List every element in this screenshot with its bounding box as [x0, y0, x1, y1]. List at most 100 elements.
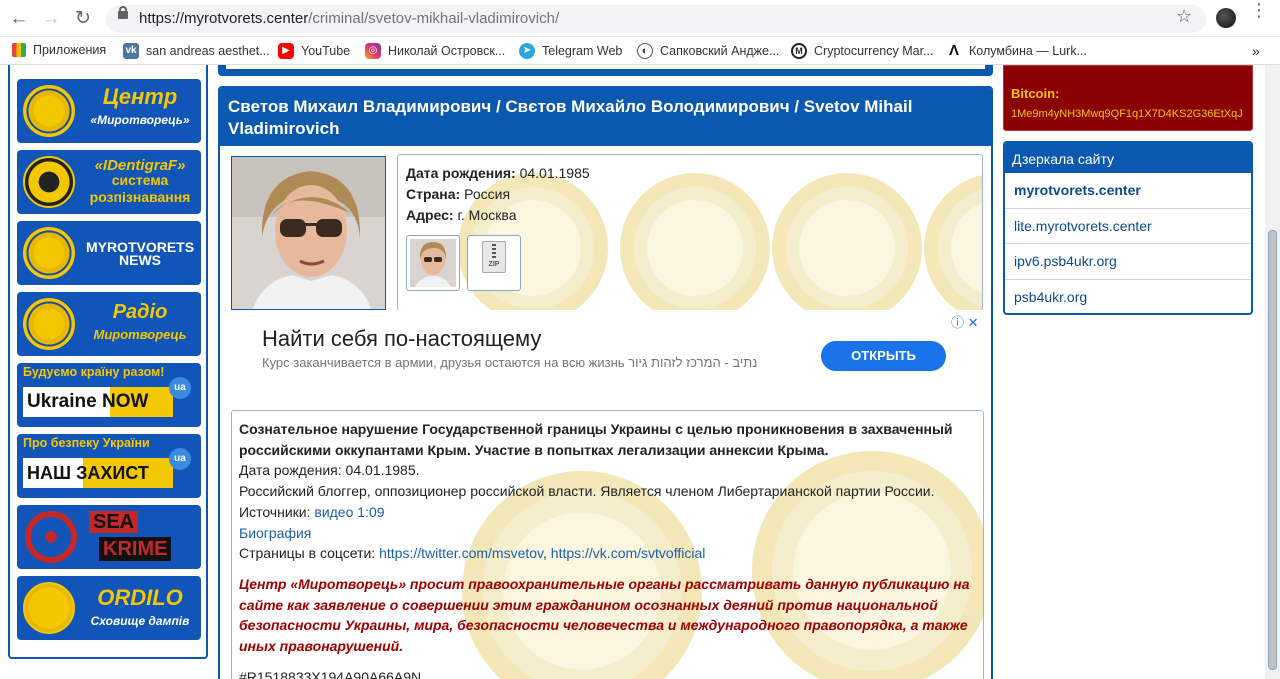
- banner-radio[interactable]: Радіо Миротворець: [17, 292, 201, 356]
- bookmark-vk[interactable]: vk san andreas aesthet...: [123, 43, 270, 59]
- bookmark-label: Колумбина — Lurk...: [969, 44, 1087, 58]
- bookmarks-bar: Приложения vk san andreas aesthet... ▶ Y…: [0, 37, 1280, 65]
- browser-toolbar: ← → ↻ https://myrotvorets.center/crimina…: [0, 0, 1280, 37]
- watermark-seal: [620, 173, 770, 310]
- youtube-icon: ▶: [278, 43, 294, 59]
- reload-icon[interactable]: ↻: [72, 8, 94, 30]
- banner-ukraine-now[interactable]: Будуємо країну разом! Ukraine NOW ua: [17, 363, 201, 427]
- zip-download-button[interactable]: ZIP: [467, 235, 521, 291]
- advertisement[interactable]: ⓘ ✕ Найти себя по-настоящему Курс заканч…: [231, 310, 983, 402]
- apps-grid-icon: [12, 43, 26, 57]
- bitcoin-box: Bitcoin: 1Me9m4yNH3Mwq9QF1q1X7D4KS2G36Et…: [1003, 65, 1253, 131]
- country-row: Страна: Россия: [406, 186, 510, 202]
- sources-row: Источники: видео 1:09: [239, 502, 975, 523]
- zip-file-icon: ZIP: [482, 241, 506, 273]
- profile-avatar[interactable]: [1216, 8, 1236, 28]
- bookmark-instagram[interactable]: ◎ Николай Островск...: [365, 43, 505, 59]
- owl-seal-icon: [23, 582, 75, 634]
- photo-thumbnail[interactable]: [406, 235, 460, 291]
- address-bar[interactable]: https://myrotvorets.center/criminal/svet…: [106, 5, 1206, 33]
- url-path: /criminal/svetov-mikhail-vladimirovich/: [308, 10, 560, 27]
- zip-label: ZIP: [488, 261, 500, 268]
- telegram-icon: ➤: [519, 43, 535, 59]
- mirror-link[interactable]: myrotvorets.center: [1005, 173, 1251, 209]
- accusation-text: Сознательное нарушение Государственной г…: [239, 421, 953, 458]
- moon-icon: ◐: [637, 43, 653, 59]
- banner-subtitle: «Миротворець»: [90, 113, 190, 127]
- mirrors-title: Дзеркала сайту: [1005, 143, 1251, 173]
- banner-subtitle: NEWS: [119, 252, 161, 268]
- page-scrollbar[interactable]: [1265, 65, 1280, 679]
- twitter-link[interactable]: https://twitter.com/msvetov: [379, 545, 543, 561]
- banner-ordilo[interactable]: ORDILO Сховище дампів: [17, 576, 201, 640]
- person-portrait-icon: [232, 157, 385, 309]
- record-hash: #R1518833X194A90A66A9N: [239, 668, 422, 679]
- banner-subtitle: Ukraine NOW: [23, 387, 173, 417]
- mirror-link[interactable]: psb4ukr.org: [1005, 280, 1251, 314]
- bookmark-apps[interactable]: Приложения: [12, 43, 106, 57]
- watermark-seal: [924, 173, 982, 310]
- social-separator: ,: [543, 545, 547, 562]
- bookmark-telegram[interactable]: ➤ Telegram Web: [519, 43, 622, 59]
- lambda-icon: Λ: [946, 43, 962, 59]
- bookmark-label: Сапковский Андже...: [660, 44, 780, 58]
- ad-choices-icon[interactable]: ⓘ ✕: [951, 312, 979, 331]
- back-arrow-icon[interactable]: ←: [8, 8, 30, 30]
- banner-myrotvorets-center[interactable]: Центр «Миротворець»: [17, 79, 201, 143]
- camera-aperture-icon: [23, 156, 75, 208]
- bookmark-coinmarketcap[interactable]: M Cryptocurrency Mar...: [791, 43, 933, 59]
- lock-icon: [118, 6, 128, 19]
- bookmark-youtube[interactable]: ▶ YouTube: [278, 43, 350, 59]
- bookmark-sapkowski[interactable]: ◐ Сапковский Андже...: [637, 43, 779, 59]
- myrotvorets-seal-icon: [23, 298, 75, 350]
- url-host: https://myrotvorets.center: [139, 10, 309, 27]
- bookmark-label: Николай Островск...: [388, 44, 506, 58]
- vk-link[interactable]: https://vk.com/svtvofficial: [551, 545, 706, 561]
- address-row: Адрес: г. Москва: [406, 207, 516, 223]
- bookmark-label: Приложения: [33, 43, 107, 57]
- scrollbar-thumb[interactable]: [1268, 230, 1277, 670]
- country-value: Россия: [464, 186, 511, 202]
- banner-subtitle: Сховище дампів: [90, 614, 190, 628]
- banner-title: Центр: [102, 84, 178, 109]
- instagram-icon: ◎: [365, 43, 381, 59]
- video-source-link[interactable]: видео 1:09: [314, 504, 384, 520]
- bookmark-lurk[interactable]: Λ Колумбина — Lurk...: [946, 43, 1087, 59]
- address-value: г. Москва: [457, 207, 517, 223]
- ad-headline[interactable]: Найти себя по-настоящему: [262, 326, 541, 352]
- dob-value: 04.01.1985: [519, 165, 590, 181]
- mirror-link[interactable]: ipv6.psb4ukr.org: [1005, 244, 1251, 280]
- bookmarks-overflow-button[interactable]: »: [1252, 43, 1260, 59]
- desc-dob: Дата рождения: 04.01.1985.: [239, 462, 420, 479]
- banner-sea-krime[interactable]: SEA KRIME: [17, 505, 201, 569]
- forward-arrow-icon[interactable]: →: [40, 8, 62, 30]
- banner-subtitle: KRIME: [99, 537, 172, 561]
- banner-myrotvorets-news[interactable]: MYROTVORETS NEWS: [17, 221, 201, 285]
- page-content: Центр «Миротворець» «IDentigraF» система…: [0, 65, 1265, 679]
- bookmark-star-icon[interactable]: ☆: [1176, 6, 1192, 27]
- biography-link[interactable]: Биография: [239, 525, 311, 541]
- vk-icon: vk: [123, 43, 139, 59]
- desc-bio: Российский блоггер, оппозиционер российс…: [239, 483, 935, 500]
- menu-kebab-icon[interactable]: ⋮: [1250, 1, 1268, 19]
- bitcoin-label: Bitcoin:: [1011, 86, 1060, 101]
- ship-wheel-icon: [25, 511, 77, 563]
- description-box: Сознательное нарушение Государственной г…: [231, 410, 984, 679]
- ua-badge: ua: [169, 448, 191, 470]
- ad-open-button[interactable]: ОТКРЫТЬ: [821, 341, 946, 371]
- coinmarketcap-icon: M: [791, 43, 807, 59]
- mirror-link[interactable]: lite.myrotvorets.center: [1005, 209, 1251, 244]
- watermark-seal: [772, 173, 922, 310]
- banner-subtitle: НАШ ЗАХИСТ: [23, 458, 173, 488]
- banner-subtitle: система розпізнавання: [89, 172, 191, 205]
- bitcoin-address[interactable]: 1Me9m4yNH3Mwq9QF1q1X7D4KS2G36EtXqJ: [1011, 108, 1243, 120]
- banner-title: ORDILO: [97, 585, 183, 610]
- social-row: Страницы в соцсети: https://twitter.com/…: [239, 543, 975, 564]
- banner-nash-zahyst[interactable]: Про безпеку України НАШ ЗАХИСТ ua: [17, 434, 201, 498]
- banner-identigraf[interactable]: «IDentigraF» система розпізнавання: [17, 150, 201, 214]
- social-label: Страницы в соцсети:: [239, 545, 376, 562]
- profile-photo[interactable]: [231, 156, 386, 310]
- dob-row: Дата рождения: 04.01.1985: [406, 165, 590, 181]
- sources-label: Источники:: [239, 503, 311, 520]
- profile-card: Светов Михаил Владимирович / Свєтов Миха…: [218, 86, 993, 679]
